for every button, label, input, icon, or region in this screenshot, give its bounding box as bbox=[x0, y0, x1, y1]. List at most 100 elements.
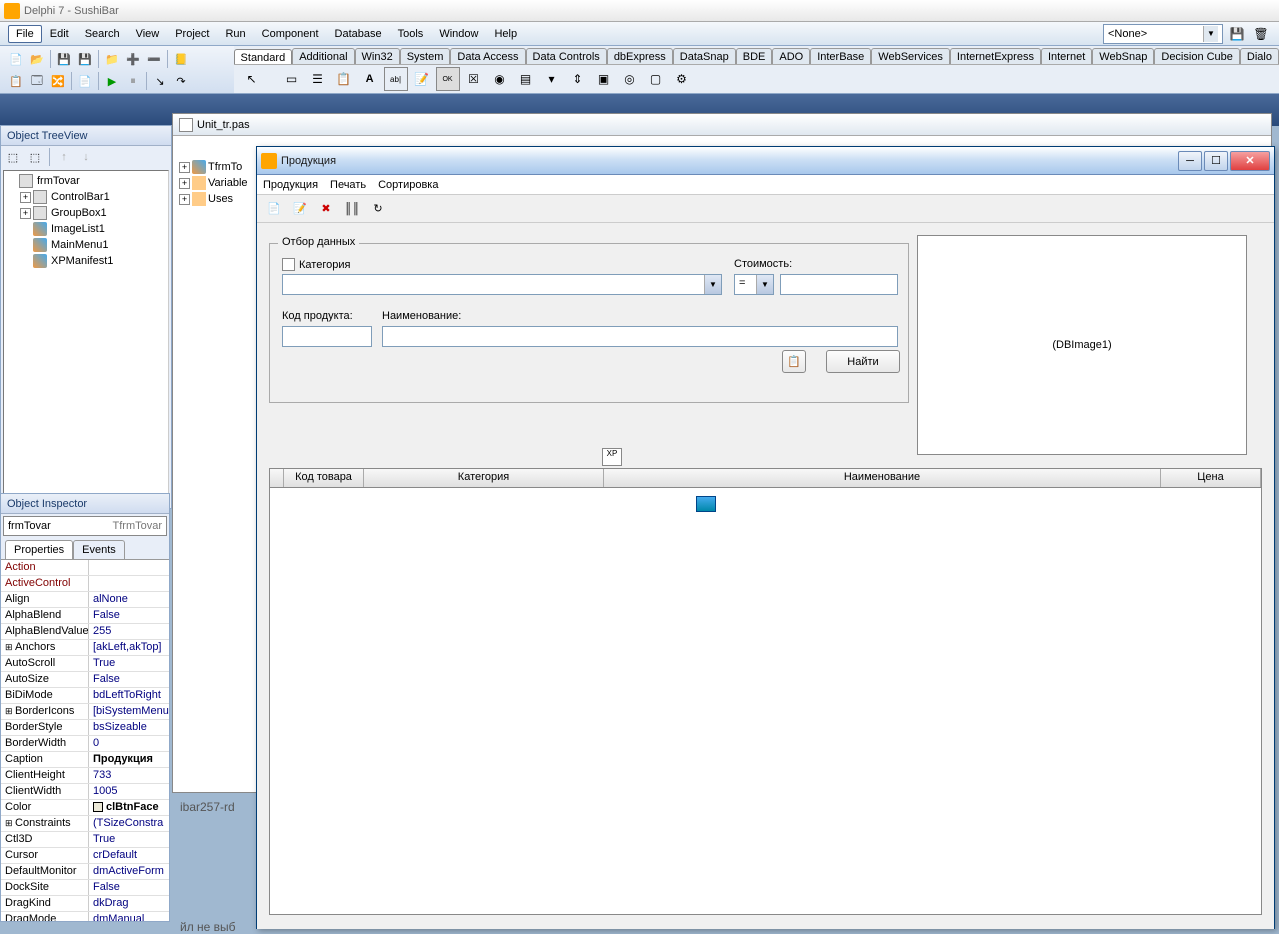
save-icon[interactable]: 💾 bbox=[54, 49, 74, 69]
prop-value[interactable]: 0 bbox=[89, 736, 169, 751]
new-form-icon[interactable]: 📄 bbox=[75, 71, 95, 91]
form-titlebar[interactable]: Продукция ─ ☐ ✕ bbox=[257, 147, 1274, 175]
view-unit-icon[interactable]: 📋 bbox=[6, 71, 26, 91]
tree-body[interactable]: frmTovar + ControlBar1 + GroupBox1 Image… bbox=[3, 170, 169, 506]
add-file-icon[interactable]: ➕ bbox=[123, 49, 143, 69]
memo-icon[interactable]: 📝 bbox=[410, 67, 434, 91]
prop-row-cursor[interactable]: CursorcrDefault bbox=[1, 848, 169, 864]
remove-file-icon[interactable]: ➖ bbox=[144, 49, 164, 69]
groupbox-icon[interactable]: ▣ bbox=[592, 67, 616, 91]
menu-search[interactable]: Search bbox=[77, 25, 128, 43]
open-project-icon[interactable]: 📁 bbox=[102, 49, 122, 69]
prop-value[interactable]: dmManual bbox=[89, 912, 169, 921]
menu-project[interactable]: Project bbox=[167, 25, 217, 43]
tree-item-mainmenu[interactable]: MainMenu1 bbox=[6, 237, 166, 253]
tab-webservices[interactable]: WebServices bbox=[871, 48, 950, 64]
tab-bde[interactable]: BDE bbox=[736, 48, 773, 64]
prop-row-dragmode[interactable]: DragModedmManual bbox=[1, 912, 169, 921]
tree-item-frmtovar[interactable]: frmTovar bbox=[6, 173, 166, 189]
prop-row-clientheight[interactable]: ClientHeight733 bbox=[1, 768, 169, 784]
tree-down-icon[interactable]: ↓ bbox=[76, 147, 96, 167]
tab-decision-cube[interactable]: Decision Cube bbox=[1154, 48, 1240, 64]
tb-columns-icon[interactable]: ║║ bbox=[341, 198, 363, 220]
run-icon[interactable]: ▶ bbox=[102, 71, 122, 91]
save-all-icon[interactable]: 💾 bbox=[75, 49, 95, 69]
dbnavigator-component-icon[interactable] bbox=[696, 496, 716, 512]
prop-row-autosize[interactable]: AutoSizeFalse bbox=[1, 672, 169, 688]
prop-value[interactable]: bsSizeable bbox=[89, 720, 169, 735]
form-menu-sort[interactable]: Сортировка bbox=[378, 179, 438, 191]
menu-file[interactable]: File bbox=[8, 25, 42, 43]
toggle-icon[interactable]: 🔀 bbox=[48, 71, 68, 91]
prop-value[interactable]: False bbox=[89, 672, 169, 687]
edit-icon[interactable]: ab| bbox=[384, 67, 408, 91]
prop-value[interactable]: True bbox=[89, 656, 169, 671]
prop-value[interactable]: (TSizeConstra bbox=[89, 816, 169, 831]
menu-component[interactable]: Component bbox=[254, 25, 327, 43]
prop-value[interactable]: dkDrag bbox=[89, 896, 169, 911]
code-explorer-tree[interactable]: +TfrmTo +Variable +Uses bbox=[179, 159, 254, 207]
menu-view[interactable]: View bbox=[128, 25, 168, 43]
desktop-combo[interactable]: <None> ▼ bbox=[1103, 24, 1223, 44]
listbox-icon[interactable]: ▤ bbox=[514, 67, 538, 91]
tab-additional[interactable]: Additional bbox=[292, 48, 354, 64]
prop-row-autoscroll[interactable]: AutoScrollTrue bbox=[1, 656, 169, 672]
grid-col-name[interactable]: Наименование bbox=[604, 469, 1161, 487]
menu-tools[interactable]: Tools bbox=[390, 25, 432, 43]
prop-value[interactable]: 733 bbox=[89, 768, 169, 783]
find-button[interactable]: Найти bbox=[826, 350, 900, 373]
help-icon[interactable]: 📒 bbox=[171, 49, 191, 69]
tree-btn1-icon[interactable]: ⬚ bbox=[3, 147, 23, 167]
new-icon[interactable]: 📄 bbox=[6, 49, 26, 69]
menu-run[interactable]: Run bbox=[217, 25, 253, 43]
form-menu-print[interactable]: Печать bbox=[330, 179, 366, 191]
tab-data-access[interactable]: Data Access bbox=[450, 48, 525, 64]
tree-item-controlbar[interactable]: + ControlBar1 bbox=[6, 189, 166, 205]
menu-window[interactable]: Window bbox=[431, 25, 486, 43]
prop-row-borderwidth[interactable]: BorderWidth0 bbox=[1, 736, 169, 752]
prop-row-bordericons[interactable]: BorderIcons[biSystemMenu bbox=[1, 704, 169, 720]
prop-row-anchors[interactable]: Anchors[akLeft,akTop] bbox=[1, 640, 169, 656]
prop-row-ctl3d[interactable]: Ctl3DTrue bbox=[1, 832, 169, 848]
scrollbar-icon[interactable]: ⇕ bbox=[566, 67, 590, 91]
code-editor-titlebar[interactable]: Unit_tr.pas bbox=[173, 114, 1271, 136]
arrow-icon[interactable]: ↖ bbox=[240, 67, 264, 91]
prop-row-docksite[interactable]: DockSiteFalse bbox=[1, 880, 169, 896]
tree-up-icon[interactable]: ↑ bbox=[54, 147, 74, 167]
mainmenu-icon[interactable]: ☰ bbox=[306, 67, 330, 91]
combobox-icon[interactable]: ▾ bbox=[540, 67, 564, 91]
dbimage-placeholder[interactable]: (DBImage1) bbox=[917, 235, 1247, 455]
tab-ado[interactable]: ADO bbox=[772, 48, 810, 64]
menu-database[interactable]: Database bbox=[327, 25, 390, 43]
prop-row-alphablend[interactable]: AlphaBlendFalse bbox=[1, 608, 169, 624]
checkbox-icon[interactable]: ☒ bbox=[462, 67, 486, 91]
prop-row-activecontrol[interactable]: ActiveControl bbox=[1, 576, 169, 592]
prop-value[interactable]: Продукция bbox=[89, 752, 169, 767]
tab-internetexpress[interactable]: InternetExpress bbox=[950, 48, 1041, 64]
tree-item-xpmanifest[interactable]: XPManifest1 bbox=[6, 253, 166, 269]
expand-icon[interactable]: + bbox=[20, 208, 31, 219]
prop-row-action[interactable]: Action bbox=[1, 560, 169, 576]
prop-row-defaultmonitor[interactable]: DefaultMonitordmActiveForm bbox=[1, 864, 169, 880]
menu-help[interactable]: Help bbox=[486, 25, 525, 43]
grid-col-code[interactable]: Код товара bbox=[284, 469, 364, 487]
grid-col-category[interactable]: Категория bbox=[364, 469, 604, 487]
prop-row-constraints[interactable]: Constraints(TSizeConstra bbox=[1, 816, 169, 832]
tab-datasnap[interactable]: DataSnap bbox=[673, 48, 736, 64]
expand-icon[interactable]: + bbox=[20, 192, 31, 203]
xpmanifest-component-icon[interactable]: XP bbox=[602, 448, 622, 466]
prop-value[interactable]: [biSystemMenu bbox=[89, 704, 169, 719]
prop-value[interactable]: alNone bbox=[89, 592, 169, 607]
tree-btn2-icon[interactable]: ⬚ bbox=[25, 147, 45, 167]
prop-value[interactable]: dmActiveForm bbox=[89, 864, 169, 879]
panel-icon[interactable]: ▢ bbox=[644, 67, 668, 91]
prop-value[interactable]: bdLeftToRight bbox=[89, 688, 169, 703]
grid-body[interactable] bbox=[269, 488, 1262, 915]
prop-row-alphablendvalue[interactable]: AlphaBlendValue255 bbox=[1, 624, 169, 640]
inspector-grid[interactable]: ActionActiveControlAlignalNoneAlphaBlend… bbox=[1, 559, 169, 921]
cost-input[interactable] bbox=[780, 274, 898, 295]
form-menu-product[interactable]: Продукция bbox=[263, 179, 318, 191]
minimize-button[interactable]: ─ bbox=[1178, 151, 1202, 171]
delete-desktop-icon[interactable]: 🗑 bbox=[1251, 24, 1271, 44]
pause-icon[interactable]: ⏸ bbox=[123, 71, 143, 91]
